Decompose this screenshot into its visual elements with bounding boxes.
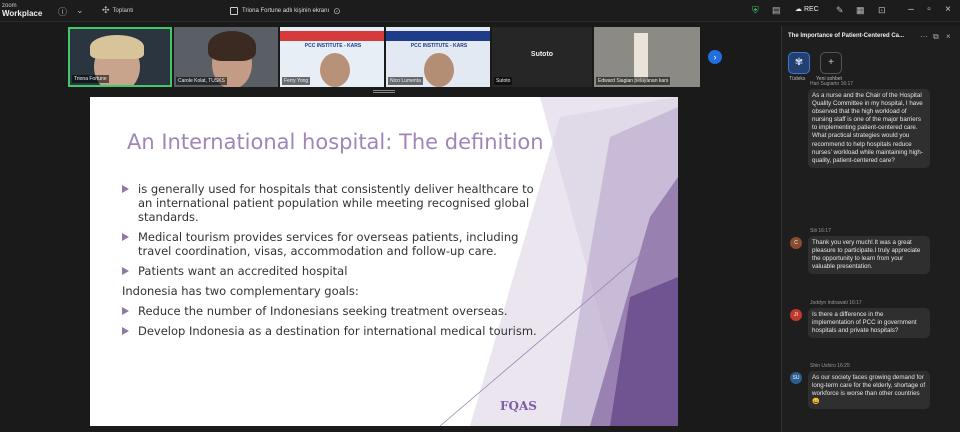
close-icon[interactable]: × [940,4,956,15]
chat-message: Hari Sugiarto 16:17 As a nurse and the C… [788,81,958,221]
chat-title: The Importance of Patient-Centered Ca... [788,33,905,39]
banner-strip [280,31,384,41]
participant-name: Carole Kolat, TUSKS [176,77,227,85]
participant-placeholder: Sutoto [530,51,554,58]
bullet-text: Develop Indonesia as a destination for i… [138,324,537,338]
slide-bullet: Reduce the number of Indonesians seeking… [122,304,542,318]
apps-icon: ✣ [102,5,110,15]
bullet-text: Medical tourism provides services for ov… [138,230,519,258]
hair-shape [90,35,144,59]
participant-video [634,33,648,79]
message-text[interactable]: As a nurse and the Chair of the Hospital… [808,89,930,168]
bullet-arrow-icon [122,185,129,193]
view-icon[interactable]: ⊡ [878,5,886,16]
video-tile[interactable]: Sutoto Sutoto [492,27,592,87]
participant-name: Triona Fortune [72,75,109,83]
new-chat-button[interactable]: + [820,52,842,74]
apps-label: Toplantı [112,7,134,14]
slide-bullet: Patients want an accredited hospital [122,264,542,278]
notes-icon[interactable]: ▤ [772,5,781,16]
more-icon[interactable]: ··· [920,32,928,41]
bullet-arrow-icon [122,327,129,335]
avatar[interactable]: JI [790,309,802,321]
bullet-text: Reduce the number of Indonesians seeking… [138,304,508,318]
participant-name: Ferry Yong [282,77,311,85]
video-tile[interactable]: Carole Kolat, TUSKS [174,27,278,87]
avatar[interactable]: C [790,237,802,249]
video-tile[interactable]: Edward Siagian pelayanan kars [594,27,700,87]
paw-icon: ✾ [794,57,804,68]
message-sender: Joddyn Indrawati 16:17 [810,300,862,306]
video-tile[interactable]: PCC INSTITUTE - KARS Ferry Yong [280,27,384,87]
apps-button[interactable]: ✣ Toplantı [102,5,134,16]
more-icon[interactable]: ⊙ [333,6,341,17]
participant-name: Sutoto [494,77,513,85]
shield-icon[interactable]: ⛨ [752,5,759,16]
chat-message: Joddyn Indrawati 16:17 JI Is there a dif… [788,300,958,360]
video-tile[interactable]: PCC INSTITUTE - KARS Nico Lumenta [386,27,490,87]
chat-message: Siti 16:17 C Thank you very much!.It was… [788,228,958,292]
banner-text: PCC INSTITUTE - KARS [410,43,468,49]
layout-icon[interactable]: ▦ [856,5,865,16]
fqas-logo: FQAS [500,399,537,413]
chat-message: Shin Ushiro 16:25 SU As our society face… [788,363,958,429]
slide-bullet: Medical tourism provides services for ov… [122,230,542,258]
close-icon[interactable]: × [946,32,951,41]
screen-icon [230,7,238,15]
top-bar: zoom Workplace ⓘ ⌄ ✣ Toplantı Triona For… [0,0,960,22]
popout-icon[interactable]: ⧉ [933,32,939,42]
video-gallery: Triona Fortune Carole Kolat, TUSKS PCC I… [68,27,728,87]
gallery-next-button[interactable]: › [708,50,722,64]
slide-bullet: is generally used for hospitals that con… [122,182,542,224]
bullet-arrow-icon [122,233,129,241]
share-label: Triona Fortune adlı kişinin ekranı [242,8,330,14]
hair-shape [208,31,256,61]
banner-strip [386,31,490,41]
slide-paragraph: Indonesia has two complementary goals: [122,284,542,298]
maximize-icon[interactable]: ▫ [921,4,937,15]
message-sender: Shin Ushiro 16:25 [810,363,850,369]
avatar[interactable]: SU [790,372,802,384]
bullet-arrow-icon [122,267,129,275]
message-text[interactable]: Thank you very much!.It was a great plea… [808,236,930,275]
brand-line2: Workplace [2,9,43,18]
tudeks-button[interactable]: ✾ [788,52,810,74]
plus-icon: + [828,57,834,68]
message-sender: Hari Sugiarto 16:17 [810,81,854,87]
zoom-logo: zoom Workplace [2,2,42,18]
message-text[interactable]: As our society faces growing demand for … [808,371,930,410]
record-indicator[interactable]: ☁ REC [795,5,819,13]
resize-handle[interactable] [373,90,395,93]
participant-name: Edward Siagian pelayanan kars [596,77,671,85]
participant-name: Nico Lumenta [388,77,423,85]
bullet-text: Patients want an accredited hospital [138,264,348,278]
paragraph-text: Indonesia has two complementary goals: [122,284,359,298]
video-tile[interactable]: Triona Fortune [68,27,172,87]
slide-bullet: Develop Indonesia as a destination for i… [122,324,542,338]
bullet-arrow-icon [122,307,129,315]
reactions-icon[interactable]: ✎ [836,5,844,16]
shared-slide: An International hospital: The definitio… [90,97,678,426]
chat-panel: The Importance of Patient-Centered Ca...… [781,26,960,432]
chevron-down-icon[interactable]: ⌄ [76,5,84,16]
screen-share-indicator[interactable]: Triona Fortune adlı kişinin ekranı ⊙ [230,4,341,18]
info-icon[interactable]: ⓘ [58,5,67,18]
bullet-text: is generally used for hospitals that con… [138,182,534,224]
minimize-icon[interactable]: – [903,4,919,15]
message-text[interactable]: Is there a difference in the implementat… [808,308,930,339]
rec-label: REC [803,6,819,13]
slide-title: An International hospital: The definitio… [127,130,544,154]
slide-body: is generally used for hospitals that con… [122,182,542,344]
participant-video [320,53,350,87]
participant-video [424,53,454,87]
message-sender: Siti 16:17 [810,228,831,234]
banner-text: PCC INSTITUTE - KARS [304,43,362,49]
